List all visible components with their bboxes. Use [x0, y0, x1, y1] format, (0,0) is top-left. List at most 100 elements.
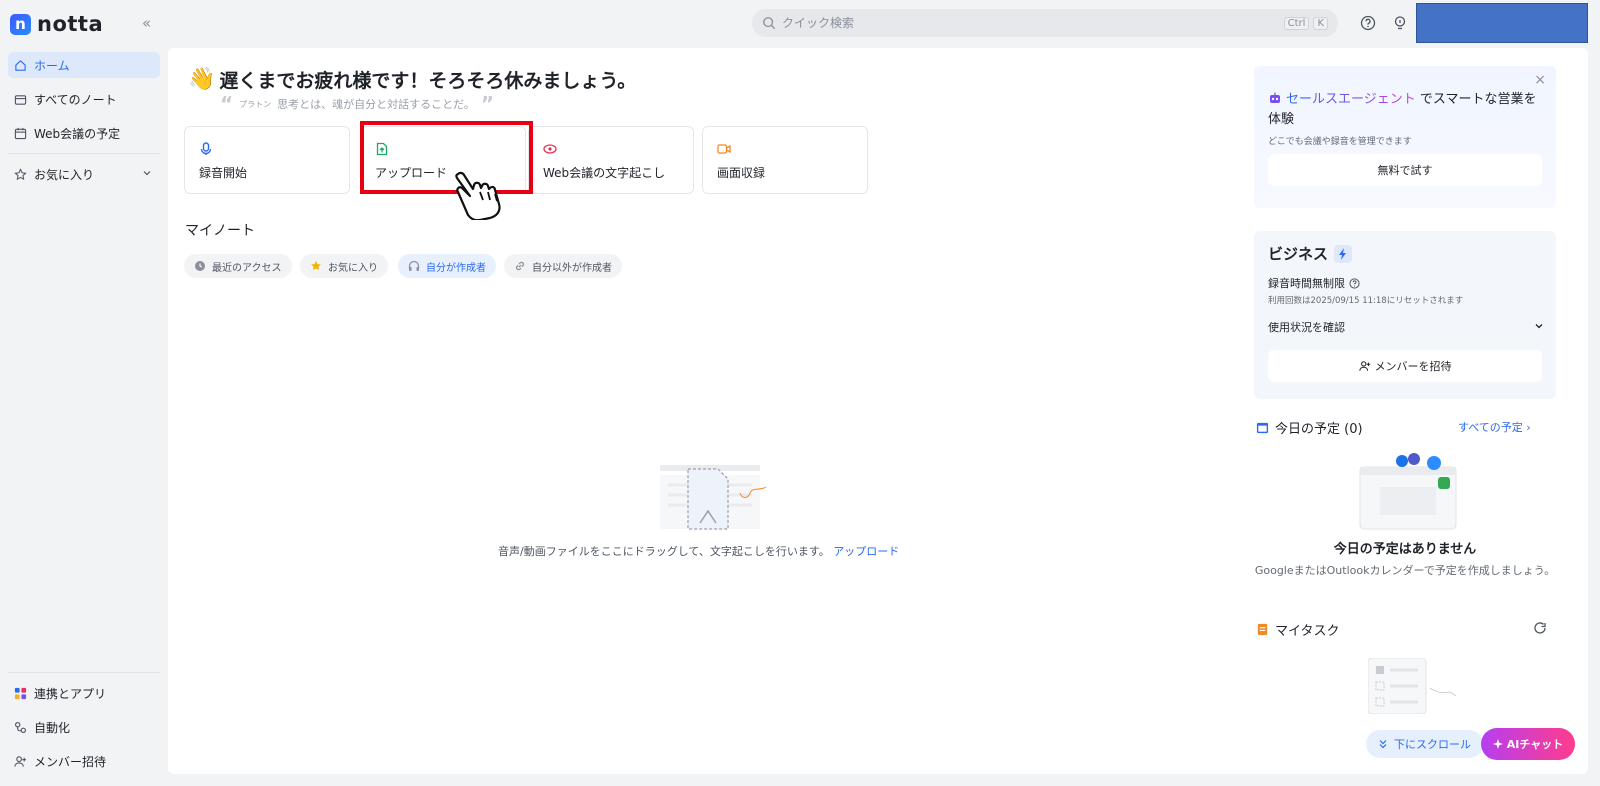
scroll-label: 下にスクロール: [1394, 738, 1471, 751]
web-meeting-transcription-card[interactable]: Web会議の文字起こし: [528, 126, 694, 194]
pointing-hand-icon: [455, 171, 501, 220]
sidebar-item-automation[interactable]: 自動化: [8, 714, 160, 740]
user-account-area[interactable]: [1416, 3, 1588, 43]
sidebar-item-label: ホーム: [34, 58, 70, 73]
start-recording-card[interactable]: 録音開始: [184, 126, 350, 194]
close-quote-icon: ”: [480, 92, 494, 116]
double-chevron-down-icon: [1379, 740, 1387, 749]
my-tasks-header: マイタスク: [1256, 620, 1339, 639]
card-label: アップロード: [375, 166, 448, 180]
plan-title: ビジネス: [1268, 243, 1353, 264]
task-icon: [1257, 623, 1268, 636]
filter-recent[interactable]: 最近のアクセス: [184, 254, 292, 278]
search-icon: [763, 17, 776, 30]
info-icon[interactable]: [1349, 277, 1360, 289]
shortcut-ctrl: Ctrl: [1283, 16, 1310, 30]
home-icon: [15, 59, 26, 71]
shortcut-k: K: [1313, 16, 1328, 30]
sidebar-item-web-meetings[interactable]: Web会議の予定: [8, 120, 160, 146]
sidebar-divider: [8, 153, 160, 154]
card-label: 画面収録: [717, 166, 766, 180]
upload-link[interactable]: アップロード: [833, 545, 899, 558]
invite-label: メンバーを招待: [1374, 360, 1452, 373]
scroll-down-button[interactable]: 下にスクロール: [1366, 730, 1483, 758]
close-icon[interactable]: ×: [1534, 72, 1546, 88]
sidebar-item-label: お気に入り: [34, 167, 95, 182]
drop-files-illustration: [660, 465, 767, 530]
filter-favorites[interactable]: お気に入り: [300, 254, 388, 278]
refresh-icon[interactable]: [1533, 621, 1547, 635]
filter-label: 最近のアクセス: [212, 262, 282, 274]
plan-card: ビジネス 録音時間無制限 利用回数は2025/09/15 11:18にリセットさ…: [1254, 231, 1556, 399]
plan-line1-text: 録音時間無制限: [1268, 277, 1345, 290]
no-schedule-desc: GoogleまたはOutlookカレンダーで予定を作成しましょう。: [1254, 564, 1556, 577]
empty-tasks-illustration: [1368, 658, 1457, 714]
sidebar: ホーム すべてのノート Web会議の予定 お気に入り 連携とアプリ 自動化 メン…: [0, 46, 168, 786]
sidebar-item-label: 連携とアプリ: [34, 686, 107, 701]
quote: “ プラトン 思考とは、魂が自分と対話することだ。 ”: [220, 92, 494, 116]
sidebar-item-all-notes[interactable]: すべてのノート: [8, 86, 160, 112]
tasks-title: マイタスク: [1275, 624, 1340, 639]
plan-name: ビジネス: [1268, 245, 1329, 263]
sidebar-item-home[interactable]: ホーム: [8, 52, 160, 78]
empty-schedule-illustration: [1359, 453, 1457, 530]
folder-icon: [14, 94, 27, 105]
sparkle-icon: [1492, 739, 1503, 749]
my-notes-title: マイノート: [185, 223, 255, 239]
main-panel: 👋 遅くまでお疲れ様です！そろそろ休みましょう。 “ プラトン 思考とは、魂が自…: [168, 48, 1588, 774]
filter-created-by-me[interactable]: 自分が作成者: [398, 254, 496, 278]
filter-created-by-others[interactable]: 自分以外が作成者: [504, 254, 622, 278]
apps-icon: [14, 687, 27, 699]
usage-toggle[interactable]: 使用状況を確認: [1268, 319, 1544, 335]
add-member-icon: [1358, 361, 1370, 371]
sidebar-item-invite-members[interactable]: メンバー招待: [8, 748, 160, 774]
robot-icon: [1270, 92, 1280, 103]
sidebar-item-label: メンバー招待: [34, 754, 107, 769]
filter-label: 自分が作成者: [426, 262, 486, 274]
calendar-icon: [1256, 422, 1269, 434]
quote-author: プラトン: [239, 99, 272, 109]
meeting-icon: [543, 144, 557, 154]
logo-mark: n: [10, 13, 31, 35]
today-schedule-header: 今日の予定 (0): [1256, 418, 1363, 437]
empty-notes-message: 音声/動画ファイルをここにドラッグして、文字起こしを行います。 アップロード: [498, 543, 899, 559]
promo-subtitle: どこでも会議や録音を管理できます: [1268, 137, 1412, 147]
empty-notes-text: 音声/動画ファイルをここにドラッグして、文字起こしを行います。: [498, 545, 830, 558]
today-title: 今日の予定 (0): [1275, 422, 1363, 437]
top-bar: n notta « Ctrl K: [0, 0, 1600, 46]
clock-icon: [195, 261, 205, 271]
sidebar-item-label: 自動化: [34, 720, 71, 735]
filter-label: お気に入り: [328, 262, 378, 274]
sidebar-item-favorites[interactable]: お気に入り: [8, 161, 160, 187]
try-free-button[interactable]: 無料で試す: [1268, 154, 1542, 186]
collapse-sidebar-icon[interactable]: «: [142, 14, 151, 32]
sidebar-item-label: Web会議の予定: [34, 126, 121, 141]
automation-icon: [15, 721, 26, 733]
quote-text: 思考とは、魂が自分と対話することだ。: [277, 98, 475, 111]
screen-recording-card[interactable]: 画面収録: [702, 126, 868, 194]
search-input[interactable]: [782, 16, 1280, 30]
open-quote-icon: “: [220, 92, 234, 116]
no-schedule-title: 今日の予定はありません: [1333, 542, 1477, 557]
plan-reset-info: 利用回数は2025/09/15 11:18にリセットされます: [1268, 296, 1464, 306]
promo-accent: セールスエージェント: [1286, 92, 1416, 107]
sidebar-item-integrations[interactable]: 連携とアプリ: [8, 680, 160, 706]
upload-icon: [376, 142, 388, 156]
calendar-icon: [14, 127, 27, 139]
sales-agent-promo: × セールスエージェント でスマートな営業を体験 どこでも会議や録音を管理できま…: [1254, 66, 1556, 208]
promo-title: セールスエージェント でスマートな営業を体験: [1268, 90, 1544, 130]
all-schedules-link[interactable]: すべての予定 ›: [1458, 419, 1531, 435]
tips-icon[interactable]: [1392, 15, 1408, 31]
chevron-down-icon[interactable]: [142, 168, 152, 178]
chevron-down-icon: [1535, 324, 1543, 329]
waving-hand-icon: 👋: [188, 67, 216, 92]
greeting: 👋 遅くまでお疲れ様です！そろそろ休みましょう。: [188, 66, 636, 93]
sidebar-divider: [8, 672, 160, 673]
ai-chat-button[interactable]: AIチャット: [1481, 728, 1575, 760]
card-label: 録音開始: [199, 166, 248, 180]
help-icon[interactable]: [1360, 15, 1376, 31]
quick-search[interactable]: Ctrl K: [752, 9, 1338, 37]
filter-label: 自分以外が作成者: [532, 262, 612, 274]
invite-member-button[interactable]: メンバーを招待: [1268, 350, 1542, 382]
app-logo[interactable]: n notta: [10, 12, 103, 36]
